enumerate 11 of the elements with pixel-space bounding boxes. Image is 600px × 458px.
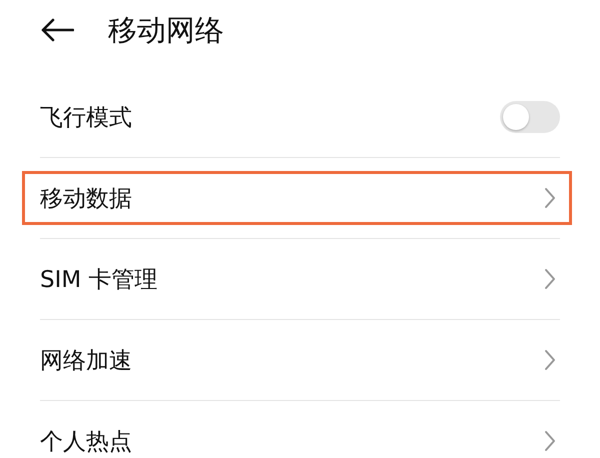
chevron-icon — [544, 187, 556, 209]
chevron-icon — [544, 430, 556, 452]
item-label[interactable]: 个人热点 — [40, 426, 132, 456]
page-title: 移动网络 — [108, 12, 224, 49]
item-label[interactable]: 飞行模式 — [40, 102, 132, 132]
item-label[interactable]: 网络加速 — [40, 344, 132, 376]
item-label[interactable]: SIM 卡管理 — [40, 264, 158, 294]
toggle-switch[interactable] — [500, 101, 560, 133]
item-label[interactable]: 移动数据 — [40, 182, 132, 214]
chevron-icon — [544, 268, 556, 290]
chevron-icon — [544, 349, 556, 371]
